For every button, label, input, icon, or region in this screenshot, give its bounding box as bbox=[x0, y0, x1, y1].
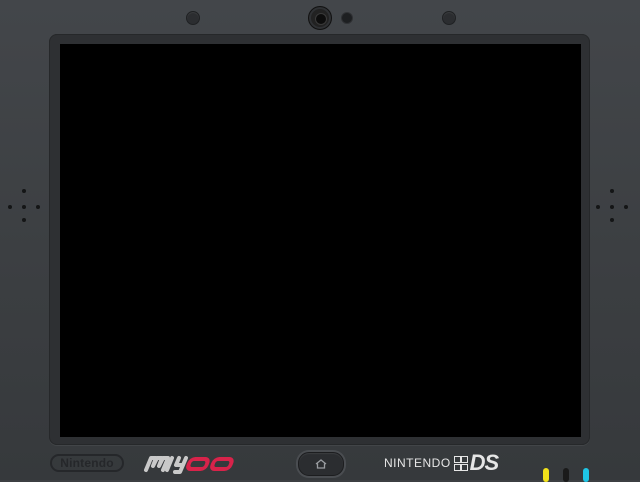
nds-logo-word: NINTENDO bbox=[384, 456, 451, 470]
camera-icon bbox=[308, 6, 332, 30]
handheld-device-frame: Nintendo NINTENDO DS bbox=[0, 0, 640, 482]
right-speaker-grille bbox=[594, 189, 630, 225]
light-sensor bbox=[341, 12, 353, 24]
nds-logo-squares bbox=[453, 455, 468, 471]
nintendo-logo: Nintendo bbox=[50, 454, 124, 472]
left-speaker-grille bbox=[6, 189, 42, 225]
home-icon bbox=[315, 459, 327, 469]
nds-logo-ds: DS bbox=[469, 450, 500, 475]
miyoo-logo bbox=[144, 456, 234, 474]
game-screen[interactable] bbox=[60, 44, 581, 437]
nintendo-ds-logo: NINTENDO DS bbox=[384, 450, 500, 475]
top-left-button-dot bbox=[186, 11, 200, 25]
top-right-button-dot bbox=[442, 11, 456, 25]
home-button[interactable] bbox=[298, 452, 344, 476]
